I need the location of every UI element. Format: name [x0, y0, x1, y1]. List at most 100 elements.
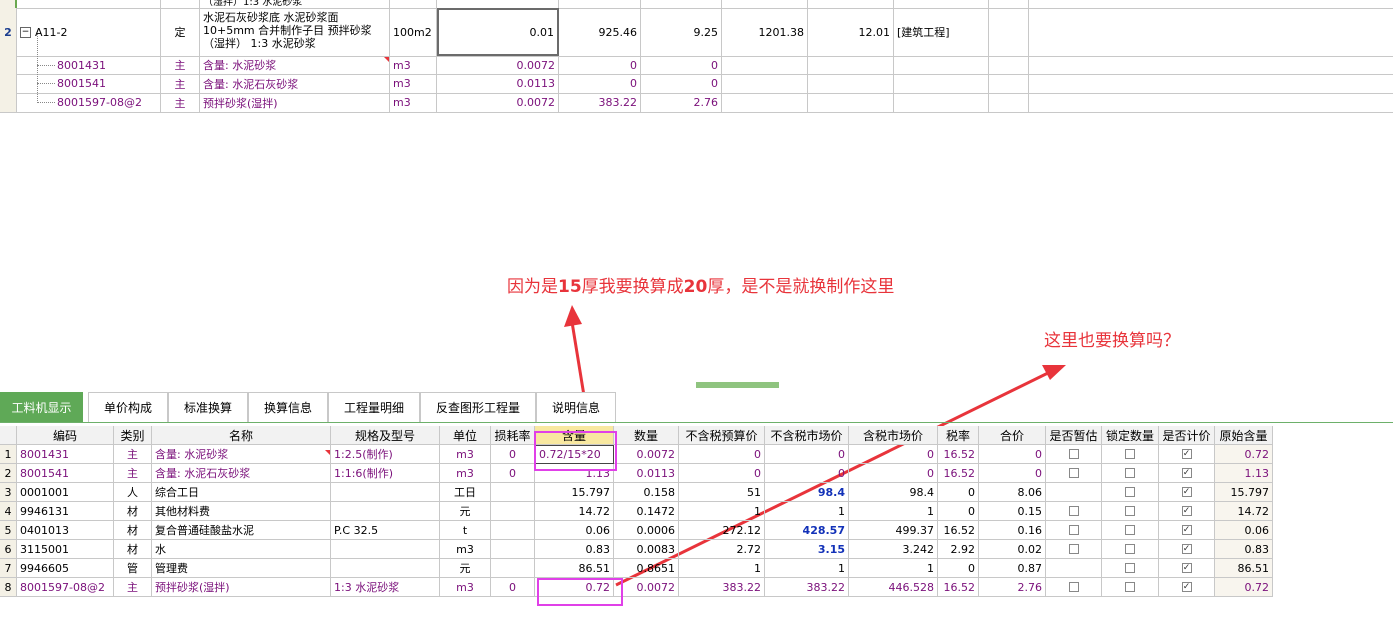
checkbox-unchecked[interactable] [1068, 544, 1079, 554]
tab-conversion-info[interactable]: 换算信息 [248, 392, 328, 422]
checkbox-checked[interactable]: ✓ [1181, 525, 1192, 535]
checkbox-unchecked[interactable] [1125, 468, 1135, 478]
market-cell: 428.57 [765, 521, 849, 540]
col-header-type[interactable]: 类别 [114, 426, 152, 445]
code-cell: 0001001 [17, 483, 114, 502]
spec-cell: P.C 32.5 [331, 521, 440, 540]
unit-cell: m3 [390, 74, 437, 93]
unit-cell: t [440, 521, 491, 540]
c1-cell [722, 0, 808, 8]
content-cell[interactable]: 15.797 [535, 483, 614, 502]
col-header-qty[interactable]: 数量 [614, 426, 679, 445]
c2-cell [808, 74, 894, 93]
unit-cell: 元 [440, 559, 491, 578]
row-number: 5 [0, 521, 17, 540]
tab-reverse-lookup[interactable]: 反查图形工程量 [420, 392, 536, 422]
checkbox-unchecked[interactable] [1125, 582, 1135, 592]
highlight-box-content [534, 431, 617, 471]
checkbox-unchecked[interactable] [1125, 449, 1135, 459]
collapse-icon[interactable]: − [20, 26, 31, 38]
col-header-market[interactable]: 不含税市场价 [765, 426, 849, 445]
name-cell: 预拌砂浆(湿拌) [200, 93, 390, 112]
market-tax-cell: 1 [849, 559, 938, 578]
col-header-budget[interactable]: 不含税预算价 [679, 426, 765, 445]
panel-splitter[interactable] [696, 382, 779, 388]
checkbox-unchecked[interactable] [1125, 525, 1135, 535]
row-number: 3 [0, 483, 17, 502]
budget-cell: 0 [679, 464, 765, 483]
checkbox-checked[interactable]: ✓ [1181, 582, 1192, 592]
checkbox-checked[interactable]: ✓ [1181, 487, 1192, 497]
market-tax-cell: 0 [849, 445, 938, 464]
col-header-tax[interactable]: 税率 [938, 426, 979, 445]
spec-cell [331, 559, 440, 578]
loss-cell: 0 [491, 464, 535, 483]
market-tax-cell: 3.242 [849, 540, 938, 559]
table-row[interactable]: 8001431 主 含量: 水泥砂浆 m3 0.0072 0 0 [0, 56, 1393, 75]
tree-connector [37, 65, 55, 66]
tab-standard-conversion[interactable]: 标准换算 [168, 392, 248, 422]
checkbox-unchecked[interactable] [1068, 525, 1079, 535]
checkbox-unchecked[interactable] [1125, 506, 1135, 516]
note-number: 20 [683, 277, 708, 297]
tab-material-display[interactable]: 工料机显示 [0, 392, 83, 422]
col-header-market-tax[interactable]: 含税市场价 [849, 426, 938, 445]
tab-description[interactable]: 说明信息 [536, 392, 616, 422]
content-cell[interactable]: 86.51 [535, 559, 614, 578]
checkbox-unchecked[interactable] [1068, 449, 1079, 459]
checkbox-unchecked[interactable] [1125, 563, 1135, 573]
checkbox-checked[interactable]: ✓ [1181, 506, 1192, 516]
name-cell: 复合普通硅酸盐水泥 [152, 521, 331, 540]
checkbox-unchecked[interactable] [1068, 506, 1079, 516]
checkbox-unchecked[interactable] [1125, 487, 1135, 497]
content-cell[interactable]: 14.72 [535, 502, 614, 521]
unit-cell [390, 0, 437, 8]
lock-cell [1102, 521, 1159, 540]
col-header-sum[interactable]: 合价 [979, 426, 1046, 445]
tab-quantity-details[interactable]: 工程量明细 [328, 392, 420, 422]
sum-cell: 0.15 [979, 502, 1046, 521]
checkbox-checked[interactable]: ✓ [1181, 449, 1192, 459]
code-cell: − A11-2 [17, 8, 161, 56]
row-number: 6 [0, 540, 17, 559]
content-cell[interactable]: 0.83 [535, 540, 614, 559]
checkbox-unchecked[interactable] [1068, 468, 1079, 478]
col-header-estimate[interactable]: 是否暂估 [1046, 426, 1102, 445]
checkbox-checked[interactable]: ✓ [1181, 468, 1192, 478]
name-cell: 含量: 水泥石灰砂浆 [200, 74, 390, 93]
checkbox-unchecked[interactable] [1125, 544, 1135, 554]
col-header-loss[interactable]: 损耗率 [491, 426, 535, 445]
name-cell: 水 [152, 540, 331, 559]
row-number: 7 [0, 559, 17, 578]
col-header-name[interactable]: 名称 [152, 426, 331, 445]
name-line-1: 水泥石灰砂浆底 水泥砂浆面 [203, 11, 339, 24]
col-header-lock[interactable]: 锁定数量 [1102, 426, 1159, 445]
qty-cell: 0.0072 [614, 578, 679, 597]
checkbox-unchecked[interactable] [1068, 582, 1079, 592]
c2-cell [808, 0, 894, 8]
extra-cell [989, 0, 1029, 8]
orig-cell: 0.72 [1215, 578, 1273, 597]
col-header-priced[interactable]: 是否计价 [1159, 426, 1215, 445]
col-header-orig[interactable]: 原始含量 [1215, 426, 1273, 445]
name-cell: 综合工日 [152, 483, 331, 502]
col-header-spec[interactable]: 规格及型号 [331, 426, 440, 445]
tab-bar: 工料机显示 单价构成 标准换算 换算信息 工程量明细 反查图形工程量 说明信息 [0, 392, 1393, 423]
unit-cell: m3 [390, 93, 437, 112]
col-header-unit[interactable]: 单位 [440, 426, 491, 445]
name-cell: 水泥石灰砂浆底 水泥砂浆面 10+5mm 合并制作子目 预拌砂浆 （湿拌） 1:… [200, 8, 390, 56]
table-row[interactable]: 8001597-08@2 主 预拌砂浆(湿拌) m3 0.0072 383.22… [0, 93, 1393, 113]
checkbox-checked[interactable]: ✓ [1181, 563, 1192, 573]
qty-input[interactable]: 0.01 [437, 8, 559, 56]
table-row[interactable]: 8001541 主 含量: 水泥石灰砂浆 m3 0.0113 0 0 [0, 74, 1393, 94]
name-line-2: 10+5mm 合并制作子目 预拌砂浆 [203, 24, 372, 37]
col-header-code[interactable]: 编码 [17, 426, 114, 445]
table-row-quota[interactable]: 2 − A11-2 定 水泥石灰砂浆底 水泥砂浆面 10+5mm 合并制作子目 … [0, 8, 1393, 57]
code-cell: 8001431 [17, 445, 114, 464]
content-cell[interactable]: 0.06 [535, 521, 614, 540]
priced-cell: ✓ [1159, 521, 1215, 540]
checkbox-checked[interactable]: ✓ [1181, 544, 1192, 554]
row-number [0, 56, 17, 74]
budget-cell: 2.72 [679, 540, 765, 559]
tab-price-composition[interactable]: 单价构成 [88, 392, 168, 422]
